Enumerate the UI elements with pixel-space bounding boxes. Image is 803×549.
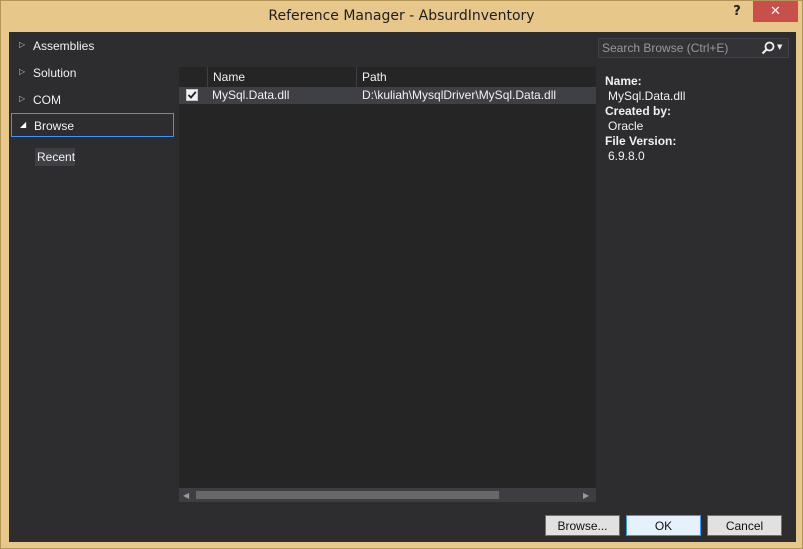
reference-list: Name Path MySql.Data.dll D:\kuliah\Mysql… xyxy=(179,67,596,502)
column-header-path[interactable]: Path xyxy=(356,67,596,87)
title-bar[interactable]: Reference Manager - AbsurdInventory ? ✕ xyxy=(1,1,802,31)
row-path: D:\kuliah\MysqlDriver\MySql.Data.dll xyxy=(362,88,557,102)
row-checkbox[interactable] xyxy=(186,89,198,101)
nav-item-browse[interactable]: ◢ Browse xyxy=(11,113,174,137)
table-row[interactable]: MySql.Data.dll D:\kuliah\MysqlDriver\MyS… xyxy=(179,87,596,104)
reference-manager-window: Reference Manager - AbsurdInventory ? ✕ … xyxy=(0,0,803,549)
detail-created-value: Oracle xyxy=(608,119,644,133)
list-header: Name Path xyxy=(179,67,596,88)
row-name: MySql.Data.dll xyxy=(212,88,290,102)
category-nav: ▷ Assemblies ▷ Solution ▷ COM ◢ Browse R… xyxy=(9,32,179,509)
nav-item-label: Assemblies xyxy=(33,39,95,53)
nav-item-com[interactable]: ▷ COM xyxy=(11,88,174,112)
detail-version-label: File Version: xyxy=(605,134,677,148)
detail-created-label: Created by: xyxy=(605,104,672,118)
expand-arrow-icon: ▷ xyxy=(19,67,26,76)
column-header-check[interactable] xyxy=(179,67,207,87)
search-icon[interactable] xyxy=(761,41,775,58)
nav-item-label: COM xyxy=(33,93,61,107)
search-input[interactable] xyxy=(602,40,752,56)
cancel-button[interactable]: Cancel xyxy=(707,515,782,536)
window-title: Reference Manager - AbsurdInventory xyxy=(268,8,535,24)
expand-arrow-icon: ▷ xyxy=(19,94,26,103)
checkmark-icon xyxy=(187,91,197,99)
expand-arrow-icon: ▷ xyxy=(19,40,26,49)
scrollbar-thumb[interactable] xyxy=(196,491,499,499)
nav-item-assemblies[interactable]: ▷ Assemblies xyxy=(11,34,174,58)
scroll-right-icon[interactable]: ▶ xyxy=(583,491,589,500)
nav-subitem-label: Recent xyxy=(37,150,76,164)
nav-item-label: Solution xyxy=(33,66,77,80)
detail-name-label: Name: xyxy=(605,74,642,88)
help-button[interactable]: ? xyxy=(727,4,747,22)
dialog-client: ▷ Assemblies ▷ Solution ▷ COM ◢ Browse R… xyxy=(9,32,796,542)
search-options-dropdown-icon[interactable]: ▼ xyxy=(777,43,782,51)
browse-button[interactable]: Browse... xyxy=(545,515,620,536)
nav-item-solution[interactable]: ▷ Solution xyxy=(11,61,174,85)
column-header-name[interactable]: Name xyxy=(207,67,356,87)
ok-button[interactable]: OK xyxy=(626,515,701,536)
close-button[interactable]: ✕ xyxy=(753,1,798,22)
dialog-footer: Browse... OK Cancel xyxy=(9,509,796,542)
nav-subitem-recent[interactable]: Recent xyxy=(35,148,75,166)
collapse-arrow-icon: ◢ xyxy=(20,120,27,129)
scroll-left-icon[interactable]: ◀ xyxy=(183,491,189,500)
horizontal-scrollbar[interactable]: ◀ ▶ xyxy=(179,488,596,502)
detail-name-value: MySql.Data.dll xyxy=(608,89,686,103)
detail-version-value: 6.9.8.0 xyxy=(608,149,645,163)
search-box: ▼ xyxy=(598,38,789,58)
nav-item-label: Browse xyxy=(34,119,75,133)
